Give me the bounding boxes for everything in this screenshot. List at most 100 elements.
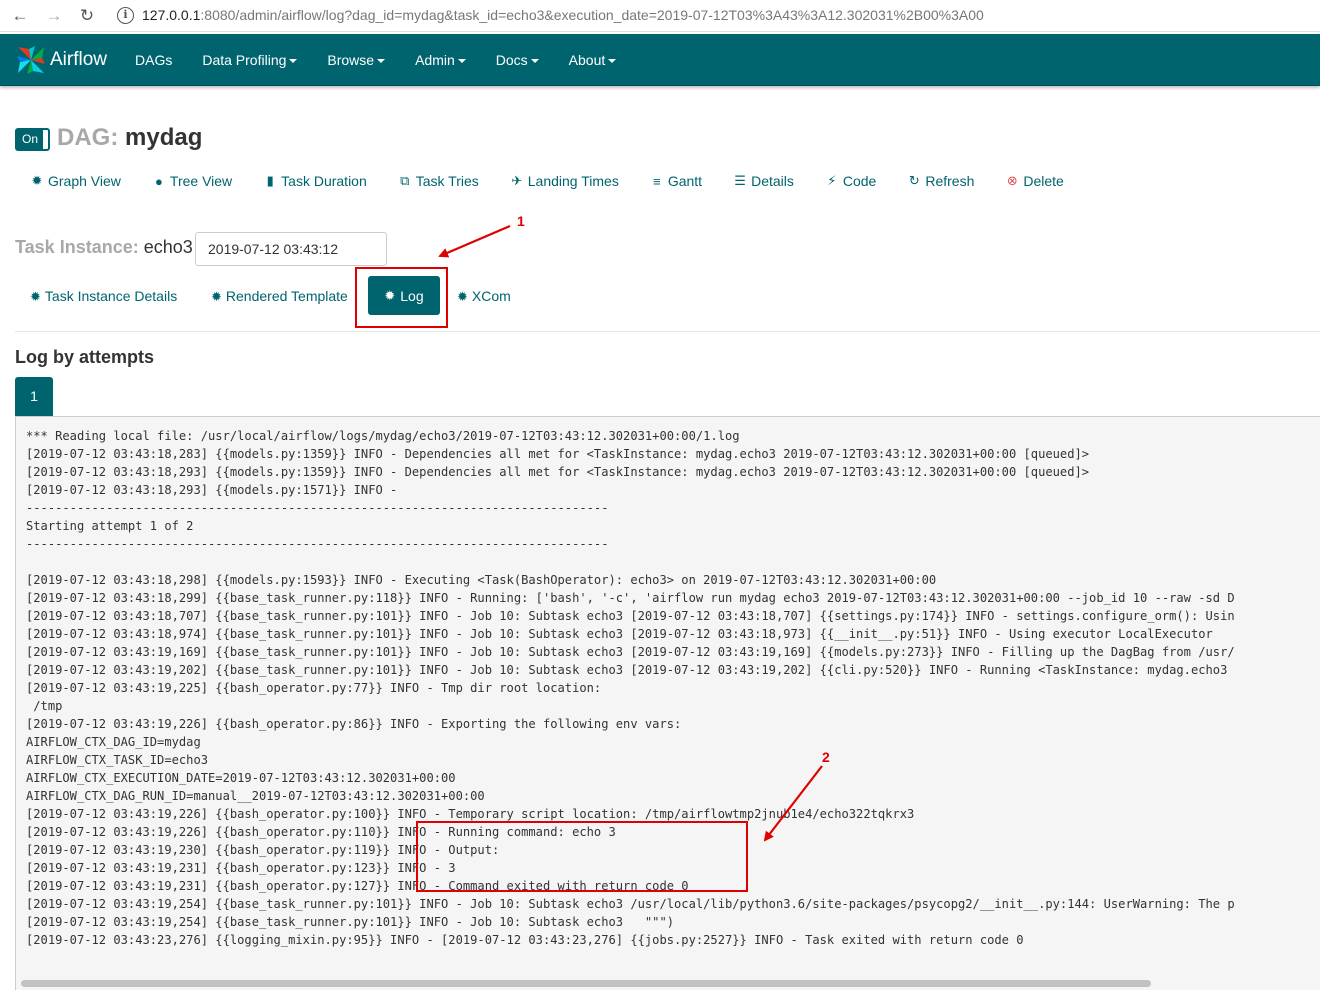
brand-link[interactable]: Airflow: [15, 44, 107, 76]
nav-dags[interactable]: DAGs: [135, 52, 172, 68]
log-output-panel[interactable]: *** Reading local file: /usr/local/airfl…: [15, 416, 1320, 990]
dag-pause-toggle[interactable]: On: [15, 128, 50, 151]
landing-times-label: Landing Times: [527, 173, 619, 189]
list-icon: ☰: [734, 173, 746, 188]
nav-admin[interactable]: Admin: [415, 52, 466, 68]
align-left-icon: ≡: [653, 173, 661, 189]
log-line: [2019-07-12 03:43:18,293] {{models.py:15…: [26, 483, 398, 497]
brand-name: Airflow: [50, 49, 108, 70]
nav-data-profiling[interactable]: Data Profiling: [202, 52, 298, 68]
dag-name: mydag: [125, 124, 203, 151]
caret-down-icon: [289, 59, 298, 64]
dag-title-label: DAG:: [57, 124, 119, 151]
section-divider: [15, 331, 1320, 332]
nav-docs[interactable]: Docs: [496, 52, 539, 68]
task-instance-details-link[interactable]: ✹ Task Instance Details: [30, 286, 177, 307]
url-path: :8080/admin/airflow/log?dag_id=mydag&tas…: [200, 7, 984, 23]
refresh-icon: ↻: [908, 173, 920, 188]
details-label: Details: [751, 173, 794, 189]
attempt-tab-1[interactable]: 1: [15, 377, 53, 416]
code-link[interactable]: ⚡ Code: [825, 173, 876, 189]
nav-browse-label: Browse: [327, 52, 375, 68]
reload-icon[interactable]: ↻: [77, 6, 97, 26]
log-line: AIRFLOW_CTX_EXECUTION_DATE=2019-07-12T03…: [26, 771, 456, 785]
task-instance-details-label: Task Instance Details: [44, 288, 178, 304]
nav-about[interactable]: About: [569, 52, 617, 68]
caret-down-icon: [530, 59, 539, 64]
task-duration-label: Task Duration: [281, 173, 367, 189]
refresh-link[interactable]: ↻ Refresh: [907, 173, 974, 189]
refresh-label: Refresh: [925, 173, 975, 189]
rendered-template-label: Rendered Template: [225, 288, 348, 304]
log-line: [2019-07-12 03:43:19,254] {{base_task_ru…: [26, 915, 675, 929]
plane-icon: ✈: [511, 173, 523, 188]
toggle-on-label: On: [17, 130, 43, 149]
forward-arrow-icon[interactable]: →: [44, 6, 64, 26]
asterisk-icon: ✹: [31, 173, 43, 188]
url-host: 127.0.0.1: [142, 7, 201, 23]
task-tries-link[interactable]: ⧉ Task Tries: [398, 173, 479, 189]
back-arrow-icon[interactable]: ←: [10, 6, 30, 26]
nav-admin-label: Admin: [415, 52, 455, 68]
asterisk-icon: ✹: [30, 289, 41, 304]
flash-icon: ⚡: [827, 173, 837, 188]
airflow-navbar: Airflow DAGs Data Profiling Browse Admin…: [0, 34, 1320, 86]
log-line: Starting attempt 1 of 2: [26, 519, 194, 533]
log-line: [2019-07-12 03:43:18,283] {{models.py:13…: [26, 447, 1090, 461]
log-line: [2019-07-12 03:43:23,276] {{logging_mixi…: [26, 933, 1024, 947]
task-instance-name: echo3: [143, 237, 193, 257]
xcom-link[interactable]: ✹ XCom: [457, 286, 511, 307]
log-line: AIRFLOW_CTX_DAG_RUN_ID=manual__2019-07-1…: [26, 789, 485, 803]
tree-view-link[interactable]: ● Tree View: [152, 173, 232, 189]
log-line: [2019-07-12 03:43:18,974] {{base_task_ru…: [26, 627, 1213, 641]
annotation-number-2: 2: [822, 749, 830, 765]
gantt-link[interactable]: ≡ Gantt: [650, 173, 702, 189]
site-info-icon[interactable]: i: [117, 7, 134, 24]
nav-about-label: About: [568, 52, 606, 68]
horizontal-scrollbar[interactable]: [21, 980, 1151, 987]
log-line: [2019-07-12 03:43:19,169] {{base_task_ru…: [26, 645, 1235, 659]
log-line: [2019-07-12 03:43:19,202] {{base_task_ru…: [26, 663, 1228, 677]
log-line: [2019-07-12 03:43:19,226] {{bash_operato…: [26, 717, 682, 731]
log-line: [2019-07-12 03:43:18,707] {{base_task_ru…: [26, 609, 1235, 623]
annotation-arrow-1: [438, 224, 511, 258]
graph-view-link[interactable]: ✹ Graph View: [30, 173, 121, 189]
delete-link[interactable]: ⊗ Delete: [1005, 173, 1064, 189]
log-line: [2019-07-12 03:43:18,298] {{models.py:15…: [26, 573, 937, 587]
annotation-number-1: 1: [517, 213, 525, 229]
tree-icon: ●: [154, 173, 163, 189]
code-label: Code: [842, 173, 877, 189]
landing-times-link[interactable]: ✈ Landing Times: [510, 173, 619, 189]
caret-down-icon: [457, 59, 466, 64]
nav-menu: DAGs Data Profiling Browse Admin Docs Ab…: [135, 34, 646, 86]
bar-chart-icon: ▮: [266, 173, 274, 188]
log-line: AIRFLOW_CTX_TASK_ID=echo3: [26, 753, 209, 767]
dag-title: DAG: mydag: [57, 124, 202, 152]
nav-docs-label: Docs: [495, 52, 528, 68]
log-by-attempts-title: Log by attempts: [15, 347, 155, 367]
task-duration-link[interactable]: ▮ Task Duration: [263, 173, 367, 189]
address-bar[interactable]: 127.0.0.1:8080/admin/airflow/log?dag_id=…: [142, 7, 984, 23]
duplicate-icon: ⧉: [400, 173, 410, 188]
nav-dags-label: DAGs: [135, 52, 173, 68]
dag-view-links: ✹ Graph View ● Tree View ▮ Task Duration ⧉ T…: [30, 171, 1095, 191]
task-instance-heading: Task Instance: echo3: [15, 237, 193, 258]
rendered-template-link[interactable]: ✹ Rendered Template: [211, 286, 348, 307]
asterisk-icon: ✹: [457, 289, 468, 304]
remove-circle-icon: ⊗: [1006, 173, 1018, 188]
caret-down-icon: [377, 59, 386, 64]
log-line: *** Reading local file: /usr/local/airfl…: [26, 429, 740, 443]
xcom-label: XCom: [471, 288, 511, 304]
nav-browse[interactable]: Browse: [327, 52, 386, 68]
task-instance-label: Task Instance:: [15, 237, 139, 257]
airflow-pinwheel-icon: [17, 46, 45, 74]
log-line: AIRFLOW_CTX_DAG_ID=mydag: [26, 735, 201, 749]
details-link[interactable]: ☰ Details: [733, 173, 794, 189]
delete-label: Delete: [1023, 173, 1064, 189]
task-tries-label: Task Tries: [415, 173, 479, 189]
graph-view-label: Graph View: [48, 173, 121, 189]
log-line: ----------------------------------------…: [26, 537, 609, 551]
annotation-box-1: [355, 267, 448, 328]
execution-date-input[interactable]: 2019-07-12 03:43:12: [195, 232, 387, 266]
